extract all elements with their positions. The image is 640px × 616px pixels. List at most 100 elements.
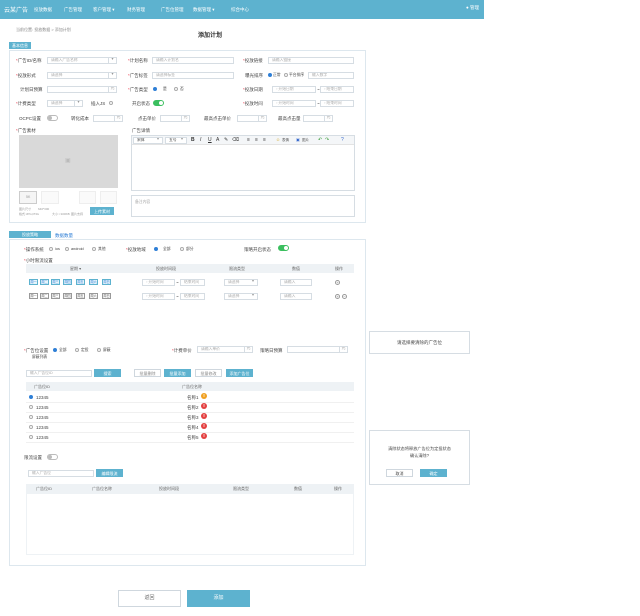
row1-value-input[interactable]: 请输入: [280, 279, 312, 286]
font-size-select[interactable]: 五号 ▾: [165, 137, 187, 144]
geo-radio-all[interactable]: [154, 247, 158, 251]
nav-item-6[interactable]: 综合中心: [231, 7, 249, 13]
exposure-radio-normal[interactable]: [268, 73, 272, 77]
day-chip-5[interactable]: 周六: [89, 279, 98, 285]
plan-name-input[interactable]: 请输入计划名: [152, 57, 234, 64]
row1-start-time[interactable]: ▫ 开始时间: [142, 279, 175, 286]
day-chip-4[interactable]: 周五: [76, 279, 85, 285]
image-icon[interactable]: ▣: [296, 137, 300, 142]
js-radio[interactable]: [109, 101, 113, 105]
row1-limit-select[interactable]: 请选择 ▾: [224, 279, 258, 286]
start-time-input[interactable]: ▫ 开始时间: [272, 100, 316, 107]
italic-icon[interactable]: I: [200, 137, 201, 143]
confirm-cancel-button[interactable]: 取消: [386, 469, 413, 477]
ocpc-toggle[interactable]: [47, 115, 58, 121]
nav-item-0[interactable]: 投放数据: [34, 7, 52, 13]
ad-tag-input[interactable]: 请选择标签: [152, 72, 234, 79]
add-row-icon[interactable]: +: [335, 294, 340, 299]
os-radio-other[interactable]: [92, 247, 96, 251]
row-radio[interactable]: [29, 405, 33, 409]
link-input[interactable]: 请输入链接: [268, 57, 354, 64]
row-radio[interactable]: [29, 435, 33, 439]
batch-delete-button[interactable]: 批量删除: [134, 369, 161, 377]
os-radio-android[interactable]: [65, 247, 69, 251]
day-chip-r2-3[interactable]: 周四: [63, 293, 72, 299]
add-row-icon[interactable]: +: [335, 280, 340, 285]
nav-item-3[interactable]: 财务管理: [127, 7, 145, 13]
material-thumb-2[interactable]: [41, 191, 59, 204]
nav-item-5[interactable]: 数据管理 ▾: [193, 7, 215, 13]
day-chip-1[interactable]: 周二: [40, 279, 49, 285]
status-toggle[interactable]: [153, 100, 164, 106]
redo-icon[interactable]: ↷: [325, 137, 329, 143]
conv-cost-input[interactable]: 元: [93, 115, 123, 122]
bold-icon[interactable]: B: [191, 137, 195, 143]
batch-add-button[interactable]: 批量添加: [164, 369, 191, 377]
tab-strategy[interactable]: 投放策略: [9, 231, 51, 238]
row-radio[interactable]: [29, 415, 33, 419]
row-radio[interactable]: [29, 425, 33, 429]
material-thumb-3[interactable]: [79, 191, 96, 204]
click-price-input[interactable]: 元: [160, 115, 190, 122]
nav-item-2[interactable]: 客户管理 ▾: [93, 7, 115, 13]
table-row[interactable]: 12345 名称1 !: [26, 393, 354, 403]
font-color-icon[interactable]: A: [216, 137, 219, 143]
ad-type-radio-yes[interactable]: [153, 87, 157, 91]
day-chip-r2-6[interactable]: 周日: [102, 293, 111, 299]
nav-item-1[interactable]: 广告管理: [64, 7, 82, 13]
flow-search-input[interactable]: 输入广告位: [28, 470, 94, 477]
remove-row-icon[interactable]: −: [342, 294, 347, 299]
row2-limit-select[interactable]: 请选择 ▾: [224, 293, 258, 300]
day-chip-r2-0[interactable]: 周一: [29, 293, 38, 299]
day-chip-0[interactable]: 周一: [29, 279, 38, 285]
ad-id-select[interactable]: 请输入广告名称 ▾: [47, 57, 117, 64]
day-chip-r2-1[interactable]: 周二: [40, 293, 49, 299]
geo-radio-partial[interactable]: [180, 247, 184, 251]
row2-start-time[interactable]: ▫ 开始时间: [142, 293, 175, 300]
day-chip-r2-2[interactable]: 周三: [51, 293, 60, 299]
remark-textarea[interactable]: 备注内容: [131, 195, 355, 217]
back-button[interactable]: 返回: [118, 590, 181, 607]
table-row[interactable]: 12345 名称4 !: [26, 423, 354, 433]
form-select[interactable]: 请选择 ▾: [47, 72, 117, 79]
table-row[interactable]: 12345 名称2 !: [26, 403, 354, 413]
exposure-input[interactable]: 输入数字: [308, 72, 354, 79]
day-chip-r2-5[interactable]: 周六: [89, 293, 98, 299]
slot-radio-all[interactable]: [53, 348, 57, 352]
cpm-input[interactable]: 请输入单价元: [197, 346, 253, 353]
upload-button[interactable]: 上传素材: [90, 207, 114, 215]
os-radio-ios[interactable]: [49, 247, 53, 251]
underline-icon[interactable]: U: [208, 137, 212, 143]
highlight-icon[interactable]: ✎: [224, 137, 228, 143]
slot-radio-target[interactable]: [75, 348, 79, 352]
end-date-input[interactable]: ▫ 结束日期: [320, 86, 354, 93]
slot-budget-input[interactable]: 元: [287, 346, 348, 353]
emoji-icon[interactable]: ☺: [276, 137, 280, 142]
flow-edit-button[interactable]: 编辑限流: [96, 469, 123, 477]
rich-text-editor[interactable]: 宋体 ▾ 五号 ▾ B I U A ✎ ⌫ ≡ ≡ ≡ ☺ 表情 ▣ 图片 ↶ ↷ …: [131, 135, 355, 191]
row2-end-time[interactable]: 结束时间: [180, 293, 205, 300]
ad-type-radio-no[interactable]: [174, 87, 178, 91]
max-bid-input[interactable]: 元: [237, 115, 267, 122]
clear-format-icon[interactable]: ⌫: [232, 137, 239, 143]
row1-end-time[interactable]: 结束时间: [180, 279, 205, 286]
user-menu[interactable]: ● 管理: [466, 5, 479, 11]
slot-search-input[interactable]: 输入广告位ID: [26, 370, 92, 377]
day-chip-r2-4[interactable]: 周五: [76, 293, 85, 299]
row-radio[interactable]: [29, 395, 33, 399]
add-slot-button[interactable]: 添加广告位: [226, 369, 253, 377]
strategy-status-toggle[interactable]: [278, 245, 289, 251]
nav-item-4[interactable]: 广告位管理: [161, 7, 184, 13]
slot-search-button[interactable]: 搜索: [94, 369, 121, 377]
end-time-input[interactable]: ▫ 结束时间: [320, 100, 354, 107]
font-family-select[interactable]: 宋体 ▾: [133, 137, 163, 144]
align-center-icon[interactable]: ≡: [255, 137, 258, 143]
day-chip-6[interactable]: 周日: [102, 279, 111, 285]
slot-radio-block[interactable]: [97, 348, 101, 352]
undo-icon[interactable]: ↶: [318, 137, 322, 143]
flow-toggle[interactable]: [47, 454, 58, 460]
billing-select[interactable]: 请选择 ▾: [47, 100, 83, 107]
daily-budget-input[interactable]: 元: [47, 86, 117, 93]
start-date-input[interactable]: ▫ 开始日期: [272, 86, 316, 93]
submit-button[interactable]: 添加: [187, 590, 250, 607]
